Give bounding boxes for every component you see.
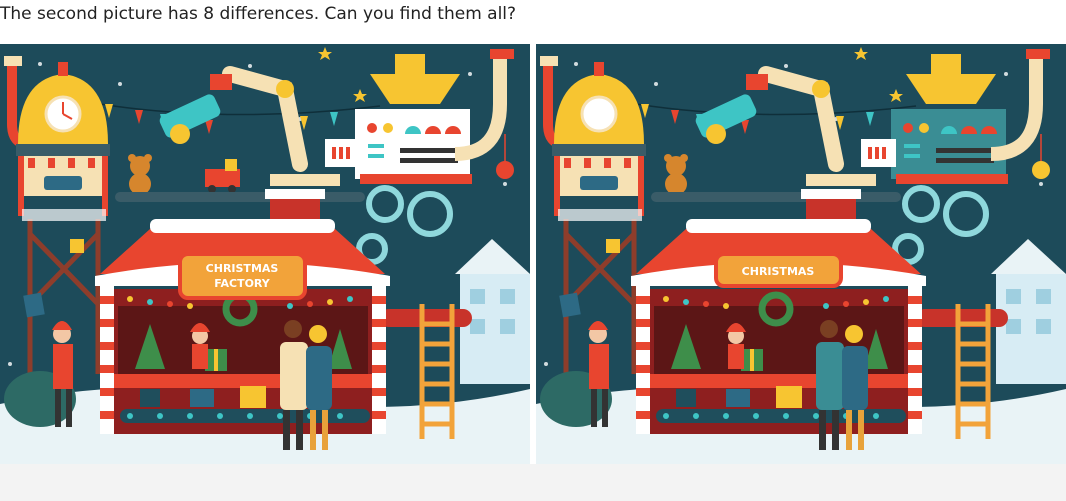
clock-face-no-hands [580,95,618,133]
factory-sign: CHRISTMAS FACTORY [178,252,307,300]
question-header: The second picture has 8 differences. Ca… [0,0,1066,44]
svg-text:CHRISTMAS: CHRISTMAS [206,262,279,275]
puzzle-question: The second picture has 8 differences. Ca… [0,4,517,24]
upper-conveyor [115,192,365,202]
original-picture[interactable]: CHRISTMAS FACTORY [0,44,530,464]
ornament-yellow [1032,161,1050,179]
modified-scene: CHRISTMAS [536,44,1066,464]
coat-teal [816,342,844,410]
bottom-band [0,464,1066,501]
ornament [496,161,514,179]
svg-text:CHRISTMAS: CHRISTMAS [742,265,815,278]
svg-text:FACTORY: FACTORY [214,277,271,290]
factory-sign-modified: CHRISTMAS [714,252,843,288]
modified-picture[interactable]: CHRISTMAS [536,44,1066,464]
original-scene: CHRISTMAS FACTORY [0,44,530,464]
